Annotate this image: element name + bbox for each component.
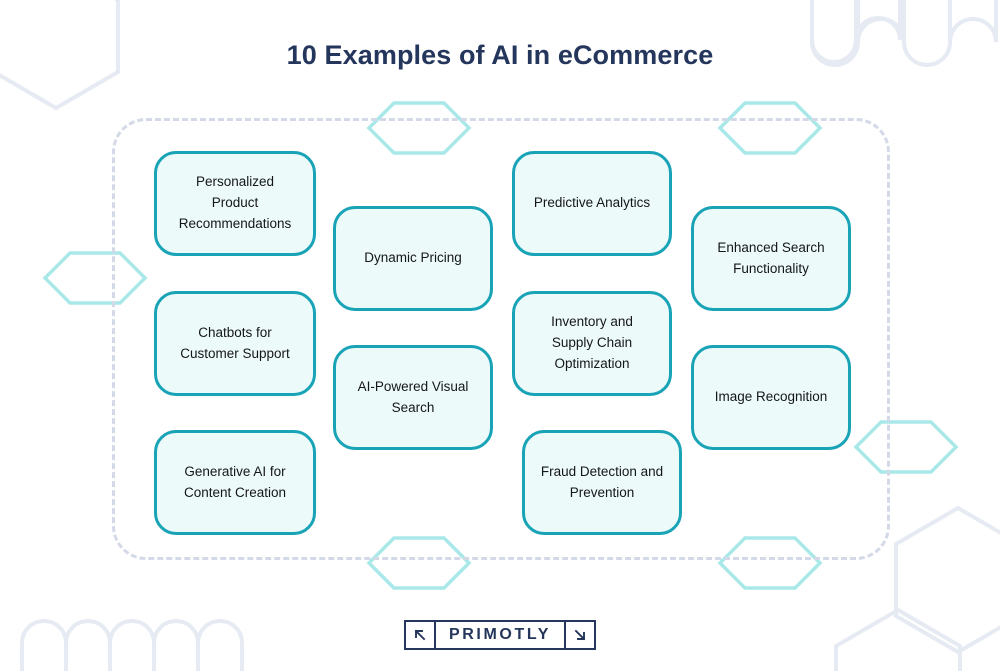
card-inventory-and-supply-chain-optimization[interactable]: Inventory and Supply Chain Optimization (512, 291, 672, 396)
card-label: Chatbots for Customer Support (180, 324, 290, 361)
card-label: Dynamic Pricing (364, 250, 462, 266)
card-label: Generative AI for Content Creation (183, 463, 287, 500)
logo-arrow-up-left-icon (406, 622, 436, 648)
card-label: Inventory and Supply Chain Optimization (551, 314, 633, 371)
card-label: Image Recognition (714, 389, 828, 405)
card-dynamic-pricing[interactable]: Dynamic Pricing (333, 206, 493, 311)
logo-arrow-down-right-icon (564, 622, 594, 648)
card-ai-powered-visual-search[interactable]: AI-Powered Visual Search (333, 345, 493, 450)
primotly-logo: PRIMOTLY (404, 620, 596, 650)
wave-bottom-left-icon (20, 619, 244, 671)
card-label: AI-Powered Visual Search (357, 378, 469, 415)
card-label: Fraud Detection and Prevention (540, 463, 664, 500)
card-label: Enhanced Search Functionality (717, 239, 825, 276)
page-title: 10 Examples of AI in eCommerce (286, 40, 714, 70)
card-enhanced-search-functionality[interactable]: Enhanced Search Functionality (691, 206, 851, 311)
card-chatbots-for-customer-support[interactable]: Chatbots for Customer Support (154, 291, 316, 396)
card-label: Personalized Product Recommendations (178, 174, 292, 231)
logo-wordmark: PRIMOTLY (449, 626, 551, 643)
card-generative-ai-for-content-creation[interactable]: Generative AI for Content Creation (154, 430, 316, 535)
card-fraud-detection-and-prevention[interactable]: Fraud Detection and Prevention (522, 430, 682, 535)
card-personalized-product-recommendations[interactable]: Personalized Product Recommendations (154, 151, 316, 256)
card-predictive-analytics[interactable]: Predictive Analytics (512, 151, 672, 256)
card-label: Predictive Analytics (533, 195, 651, 211)
infographic-canvas: 10 Examples of AI in eCommerce Personali… (0, 0, 1000, 671)
card-image-recognition[interactable]: Image Recognition (691, 345, 851, 450)
